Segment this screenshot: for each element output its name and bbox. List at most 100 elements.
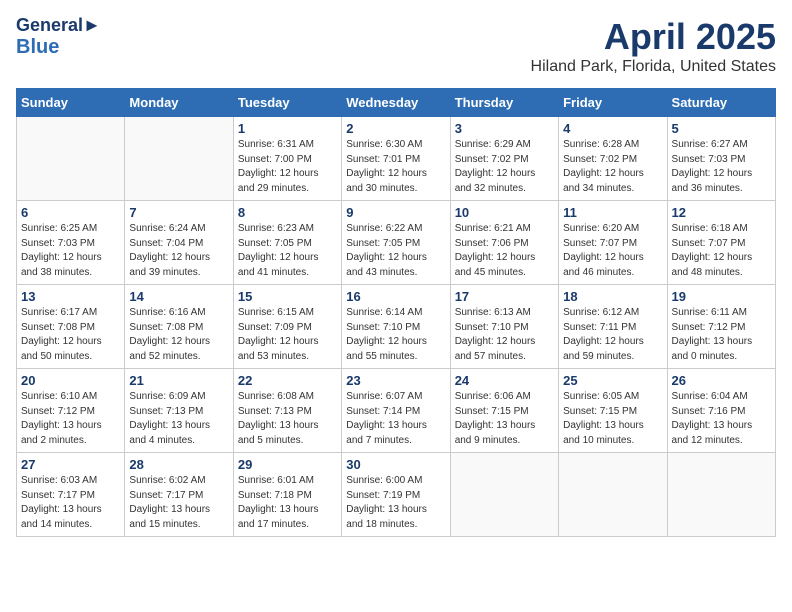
day-detail: Sunrise: 6:13 AMSunset: 7:10 PMDaylight:… (455, 306, 554, 364)
weekday-header-sunday: Sunday (17, 89, 125, 117)
weekday-header-thursday: Thursday (450, 89, 558, 117)
calendar-cell: 7 Sunrise: 6:24 AMSunset: 7:04 PMDaylight… (125, 201, 233, 285)
day-detail: Sunrise: 6:00 AMSunset: 7:19 PMDaylight:… (346, 474, 445, 532)
day-detail: Sunrise: 6:18 AMSunset: 7:07 PMDaylight:… (672, 222, 771, 280)
calendar-cell (125, 117, 233, 201)
day-detail: Sunrise: 6:25 AMSunset: 7:03 PMDaylight:… (21, 222, 120, 280)
calendar-cell: 6 Sunrise: 6:25 AMSunset: 7:03 PMDaylight… (17, 201, 125, 285)
day-number: 15 (238, 289, 337, 304)
day-number: 4 (563, 121, 662, 136)
calendar-cell (17, 117, 125, 201)
day-detail: Sunrise: 6:16 AMSunset: 7:08 PMDaylight:… (129, 306, 228, 364)
day-number: 25 (563, 373, 662, 388)
calendar-cell: 4 Sunrise: 6:28 AMSunset: 7:02 PMDaylight… (559, 117, 667, 201)
day-number: 24 (455, 373, 554, 388)
day-detail: Sunrise: 6:03 AMSunset: 7:17 PMDaylight:… (21, 474, 120, 532)
day-detail: Sunrise: 6:12 AMSunset: 7:11 PMDaylight:… (563, 306, 662, 364)
weekday-header-wednesday: Wednesday (342, 89, 450, 117)
day-detail: Sunrise: 6:21 AMSunset: 7:06 PMDaylight:… (455, 222, 554, 280)
day-number: 16 (346, 289, 445, 304)
calendar-cell: 12 Sunrise: 6:18 AMSunset: 7:07 PMDayligh… (667, 201, 775, 285)
title-block: April 2025 Hiland Park, Florida, United … (531, 16, 776, 76)
day-number: 18 (563, 289, 662, 304)
calendar-cell: 5 Sunrise: 6:27 AMSunset: 7:03 PMDaylight… (667, 117, 775, 201)
calendar-cell: 10 Sunrise: 6:21 AMSunset: 7:06 PMDayligh… (450, 201, 558, 285)
day-number: 7 (129, 205, 228, 220)
calendar-cell (559, 453, 667, 537)
day-detail: Sunrise: 6:31 AMSunset: 7:00 PMDaylight:… (238, 138, 337, 196)
day-number: 20 (21, 373, 120, 388)
calendar-cell: 23 Sunrise: 6:07 AMSunset: 7:14 PMDayligh… (342, 369, 450, 453)
day-detail: Sunrise: 6:29 AMSunset: 7:02 PMDaylight:… (455, 138, 554, 196)
day-number: 13 (21, 289, 120, 304)
calendar-table: SundayMondayTuesdayWednesdayThursdayFrid… (16, 88, 776, 537)
calendar-cell: 20 Sunrise: 6:10 AMSunset: 7:12 PMDayligh… (17, 369, 125, 453)
day-detail: Sunrise: 6:07 AMSunset: 7:14 PMDaylight:… (346, 390, 445, 448)
day-number: 27 (21, 457, 120, 472)
week-row-2: 6 Sunrise: 6:25 AMSunset: 7:03 PMDaylight… (17, 201, 776, 285)
weekday-header-saturday: Saturday (667, 89, 775, 117)
day-number: 1 (238, 121, 337, 136)
day-number: 23 (346, 373, 445, 388)
logo: General► Blue (16, 16, 101, 58)
week-row-4: 20 Sunrise: 6:10 AMSunset: 7:12 PMDayligh… (17, 369, 776, 453)
logo-general: General► (16, 16, 101, 36)
day-detail: Sunrise: 6:22 AMSunset: 7:05 PMDaylight:… (346, 222, 445, 280)
day-detail: Sunrise: 6:01 AMSunset: 7:18 PMDaylight:… (238, 474, 337, 532)
calendar-cell (450, 453, 558, 537)
day-detail: Sunrise: 6:05 AMSunset: 7:15 PMDaylight:… (563, 390, 662, 448)
day-detail: Sunrise: 6:23 AMSunset: 7:05 PMDaylight:… (238, 222, 337, 280)
logo-blue: Blue (16, 36, 101, 58)
calendar-cell: 11 Sunrise: 6:20 AMSunset: 7:07 PMDayligh… (559, 201, 667, 285)
day-number: 21 (129, 373, 228, 388)
calendar-cell: 22Sunrise: 6:08 AMSunset: 7:13 PMDayligh… (233, 369, 341, 453)
day-number: 5 (672, 121, 771, 136)
day-detail: Sunrise: 6:20 AMSunset: 7:07 PMDaylight:… (563, 222, 662, 280)
calendar-cell: 2 Sunrise: 6:30 AMSunset: 7:01 PMDaylight… (342, 117, 450, 201)
calendar-cell: 28 Sunrise: 6:02 AMSunset: 7:17 PMDayligh… (125, 453, 233, 537)
week-row-3: 13 Sunrise: 6:17 AMSunset: 7:08 PMDayligh… (17, 285, 776, 369)
day-detail: Sunrise: 6:28 AMSunset: 7:02 PMDaylight:… (563, 138, 662, 196)
calendar-cell: 17 Sunrise: 6:13 AMSunset: 7:10 PMDayligh… (450, 285, 558, 369)
day-number: 6 (21, 205, 120, 220)
day-number: 3 (455, 121, 554, 136)
calendar-cell: 8 Sunrise: 6:23 AMSunset: 7:05 PMDaylight… (233, 201, 341, 285)
day-detail: Sunrise: 6:14 AMSunset: 7:10 PMDaylight:… (346, 306, 445, 364)
day-number: 12 (672, 205, 771, 220)
day-number: 29 (238, 457, 337, 472)
page-header: General► Blue April 2025 Hiland Park, Fl… (16, 16, 776, 76)
calendar-cell: 14Sunrise: 6:16 AMSunset: 7:08 PMDayligh… (125, 285, 233, 369)
day-detail: Sunrise: 6:04 AMSunset: 7:16 PMDaylight:… (672, 390, 771, 448)
day-detail: Sunrise: 6:15 AMSunset: 7:09 PMDaylight:… (238, 306, 337, 364)
calendar-cell: 16 Sunrise: 6:14 AMSunset: 7:10 PMDayligh… (342, 285, 450, 369)
day-number: 10 (455, 205, 554, 220)
calendar-cell: 30 Sunrise: 6:00 AMSunset: 7:19 PMDayligh… (342, 453, 450, 537)
day-detail: Sunrise: 6:30 AMSunset: 7:01 PMDaylight:… (346, 138, 445, 196)
weekday-header-row: SundayMondayTuesdayWednesdayThursdayFrid… (17, 89, 776, 117)
calendar-cell: 24 Sunrise: 6:06 AMSunset: 7:15 PMDayligh… (450, 369, 558, 453)
day-detail: Sunrise: 6:10 AMSunset: 7:12 PMDaylight:… (21, 390, 120, 448)
day-number: 8 (238, 205, 337, 220)
day-detail: Sunrise: 6:11 AMSunset: 7:12 PMDaylight:… (672, 306, 771, 364)
day-number: 9 (346, 205, 445, 220)
month-title: April 2025 (531, 16, 776, 58)
calendar-cell: 1 Sunrise: 6:31 AMSunset: 7:00 PMDaylight… (233, 117, 341, 201)
day-detail: Sunrise: 6:17 AMSunset: 7:08 PMDaylight:… (21, 306, 120, 364)
day-number: 30 (346, 457, 445, 472)
day-number: 17 (455, 289, 554, 304)
week-row-1: 1 Sunrise: 6:31 AMSunset: 7:00 PMDaylight… (17, 117, 776, 201)
day-number: 2 (346, 121, 445, 136)
day-detail: Sunrise: 6:02 AMSunset: 7:17 PMDaylight:… (129, 474, 228, 532)
day-number: 19 (672, 289, 771, 304)
location: Hiland Park, Florida, United States (531, 58, 776, 76)
day-detail: Sunrise: 6:06 AMSunset: 7:15 PMDaylight:… (455, 390, 554, 448)
calendar-cell: 21Sunrise: 6:09 AMSunset: 7:13 PMDayligh… (125, 369, 233, 453)
day-detail: Sunrise: 6:24 AMSunset: 7:04 PMDaylight:… (129, 222, 228, 280)
weekday-header-tuesday: Tuesday (233, 89, 341, 117)
day-detail: Sunrise: 6:27 AMSunset: 7:03 PMDaylight:… (672, 138, 771, 196)
day-number: 28 (129, 457, 228, 472)
week-row-5: 27 Sunrise: 6:03 AMSunset: 7:17 PMDayligh… (17, 453, 776, 537)
weekday-header-monday: Monday (125, 89, 233, 117)
day-number: 11 (563, 205, 662, 220)
calendar-cell: 18 Sunrise: 6:12 AMSunset: 7:11 PMDayligh… (559, 285, 667, 369)
